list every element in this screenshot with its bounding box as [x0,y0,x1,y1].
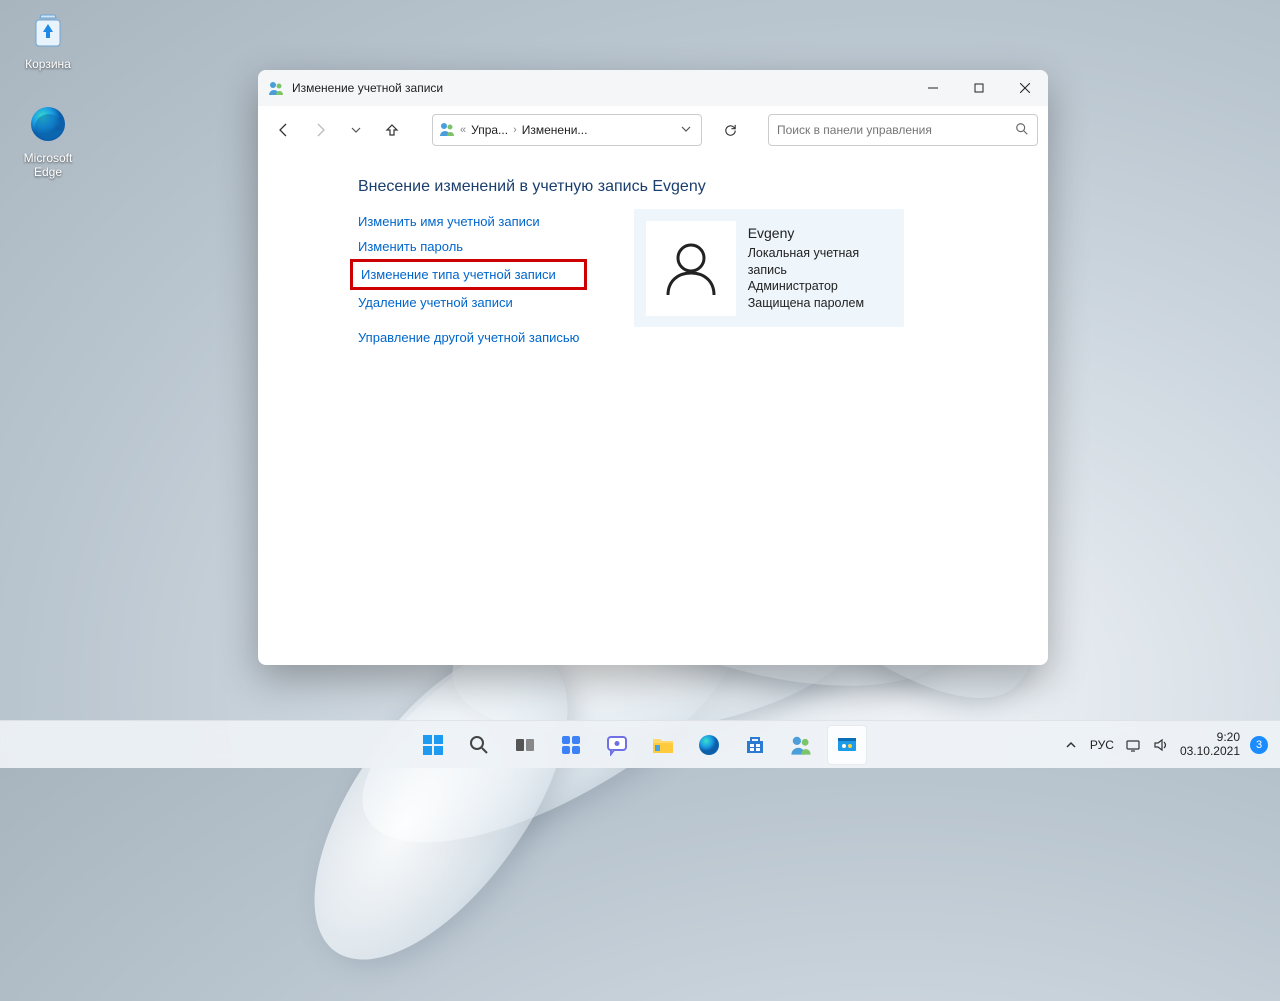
back-button[interactable] [268,114,300,146]
up-button[interactable] [376,114,408,146]
edge-taskbar[interactable] [689,725,729,765]
taskbar: РУС 9:20 03.10.2021 3 [0,720,1280,768]
refresh-button[interactable] [714,114,746,146]
link-change-password[interactable]: Изменить пароль [358,239,579,254]
user-accounts-app[interactable] [781,725,821,765]
account-card[interactable]: Evgeny Локальная учетная запись Админист… [634,209,904,327]
date: 03.10.2021 [1180,745,1240,759]
content-area: Внесение изменений в учетную запись Evge… [258,154,1048,665]
microsoft-store[interactable] [735,725,775,765]
time: 9:20 [1180,731,1240,745]
account-type: Локальная учетная запись [748,245,893,279]
page-heading: Внесение изменений в учетную запись Evge… [358,178,1018,196]
link-change-account-type[interactable]: Изменение типа учетной записи [361,267,556,282]
search-icon[interactable] [1015,122,1029,139]
annotation-highlight: Изменение типа учетной записи [350,259,587,290]
search-box[interactable] [768,114,1038,146]
forward-button[interactable] [304,114,336,146]
titlebar[interactable]: Изменение учетной записи [258,70,1048,106]
recycle-bin-label: Корзина [25,57,71,71]
close-button[interactable] [1002,70,1048,106]
control-panel-taskbar[interactable] [827,725,867,765]
toolbar: « Упра... › Изменени... [258,106,1048,154]
control-panel-window: Изменение учетной записи « Упра... › Изм… [258,70,1048,665]
account-name: Evgeny [748,224,893,243]
network-icon[interactable] [1124,736,1142,754]
system-tray: РУС 9:20 03.10.2021 3 [1062,731,1280,759]
language-indicator[interactable]: РУС [1090,738,1114,752]
chat[interactable] [597,725,637,765]
link-rename-account[interactable]: Изменить имя учетной записи [358,214,579,229]
account-role: Администратор [748,278,893,295]
volume-icon[interactable] [1152,736,1170,754]
search-input[interactable] [777,123,1015,137]
breadcrumb-prefix: « [460,124,466,136]
action-links: Изменить имя учетной записи Изменить пар… [358,214,579,345]
breadcrumb-current[interactable]: Изменени... [522,123,588,137]
avatar [646,221,735,316]
recent-dropdown[interactable] [340,114,372,146]
user-accounts-icon [439,121,455,140]
recycle-bin[interactable]: Корзина [10,6,86,71]
window-title: Изменение учетной записи [292,81,443,95]
recycle-bin-icon [24,6,72,54]
account-details: Evgeny Локальная учетная запись Админист… [748,224,893,312]
file-explorer[interactable] [643,725,683,765]
start-button[interactable] [413,725,453,765]
taskbar-center [413,725,867,765]
clock[interactable]: 9:20 03.10.2021 [1180,731,1240,759]
user-accounts-icon [268,80,284,96]
breadcrumb-root[interactable]: Упра... [471,123,508,137]
task-view[interactable] [505,725,545,765]
address-bar[interactable]: « Упра... › Изменени... [432,114,702,146]
link-manage-other-account[interactable]: Управление другой учетной записью [358,330,579,345]
account-password-status: Защищена паролем [748,295,893,312]
maximize-button[interactable] [956,70,1002,106]
edge-shortcut[interactable]: Microsoft Edge [10,100,86,179]
link-delete-account[interactable]: Удаление учетной записи [358,295,579,310]
chevron-right-icon: › [513,124,517,136]
notification-badge[interactable]: 3 [1250,736,1268,754]
tray-overflow[interactable] [1062,736,1080,754]
edge-label: Microsoft Edge [24,151,73,179]
minimize-button[interactable] [910,70,956,106]
widgets[interactable] [551,725,591,765]
edge-icon [24,100,72,148]
taskbar-search[interactable] [459,725,499,765]
address-dropdown[interactable] [677,123,695,137]
